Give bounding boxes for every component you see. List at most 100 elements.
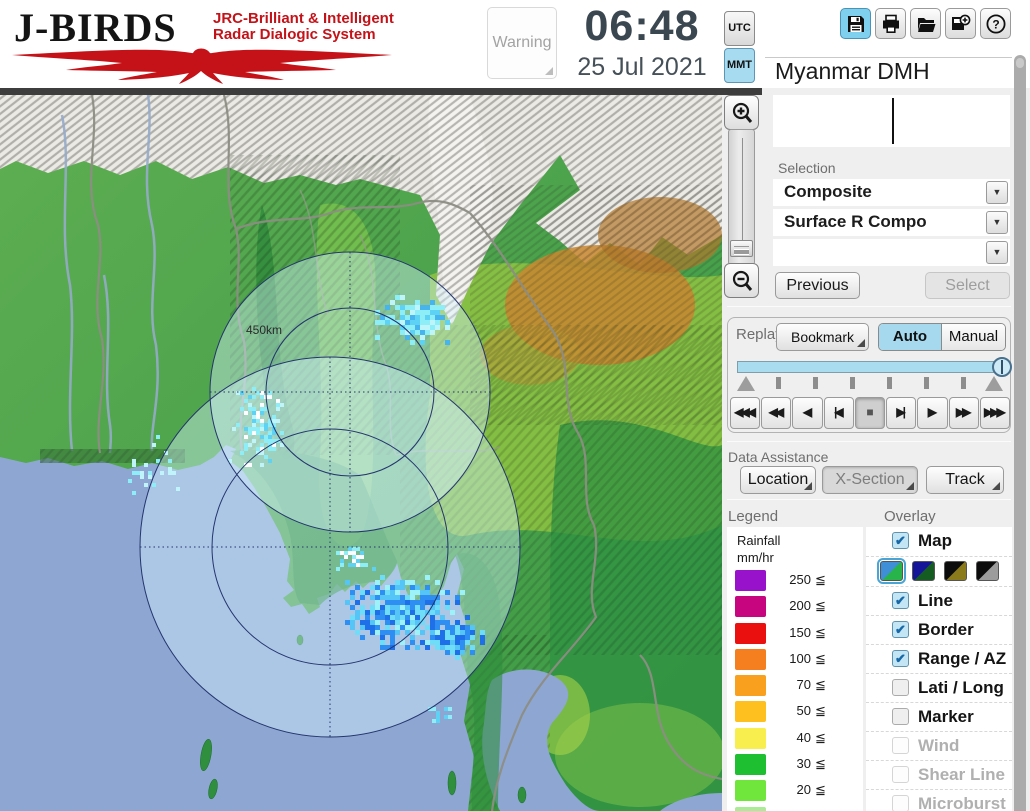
replay-timeline-slider[interactable]	[737, 357, 1012, 377]
timezone-utc-button[interactable]: UTC	[724, 11, 755, 46]
legend-value: 100	[789, 650, 811, 666]
overlay-label-text: Lati / Long	[918, 678, 1004, 697]
timeline-slider-handle[interactable]	[992, 357, 1012, 377]
zoom-out-button[interactable]	[724, 263, 759, 298]
zoom-slider-track[interactable]	[728, 129, 755, 265]
dropdown-product[interactable]: Surface R Compo ▼	[773, 209, 1010, 236]
map-style-swatch[interactable]	[944, 561, 967, 581]
previous-button[interactable]: Previous	[775, 272, 860, 299]
zoom-in-icon	[732, 102, 752, 123]
manual-mode-button[interactable]: Manual	[942, 324, 1005, 350]
dropdown-composite[interactable]: Composite ▼	[773, 179, 1010, 206]
legend-panel: Rainfall mm/hr 250 ≦ 200 ≦ 150 ≦ 100 ≦ 70 ≦ 50 ≦ 40 ≦…	[727, 527, 863, 811]
xsection-button[interactable]: X-Section	[822, 466, 918, 494]
jump-first-button[interactable]: ◀◀◀	[730, 397, 761, 429]
overlay-panel: ✔ Map ✔ Line ✔ Border ✔ Range / AZ Lati / Long Ma…	[866, 527, 1012, 811]
radar-map-viewport[interactable]: 450km	[0, 95, 722, 811]
legend-le-symbol: ≦	[815, 650, 826, 666]
overlay-label-text: Marker	[918, 707, 974, 726]
checkbox-icon[interactable]	[892, 679, 909, 696]
legend-le-symbol: ≦	[815, 572, 826, 587]
legend-color-swatch	[735, 727, 766, 749]
app-logo-subtitle: JRC-Brilliant & Intelligent Radar Dialog…	[213, 11, 394, 43]
overlay-label-text: Range / AZ	[918, 649, 1007, 668]
warning-label: Warning	[492, 34, 552, 51]
track-button[interactable]: Track	[926, 466, 1004, 494]
map-style-swatch[interactable]	[976, 561, 999, 581]
save-button[interactable]	[840, 8, 871, 39]
timezone-mmt-button[interactable]: MMT	[724, 48, 755, 83]
selection-section-label: Selection	[778, 160, 836, 176]
legend-color-swatch	[735, 754, 766, 776]
legend-row: 30 ≦	[727, 752, 863, 778]
range-ring-label: 450km	[246, 323, 282, 337]
chevron-down-icon[interactable]: ▼	[986, 241, 1008, 264]
play-backward-button[interactable]: ◀	[792, 397, 823, 429]
legend-le-symbol: ≦	[815, 703, 826, 719]
add-image-icon	[952, 14, 971, 30]
legend-value: 20	[796, 782, 811, 798]
legend-scale: 250≦200≦150≦100≦70≦50≦40≦30≦20≦15≦10≦8≦6…	[727, 568, 863, 811]
timeline-end-marker[interactable]	[985, 376, 1003, 391]
zoom-slider-thumb[interactable]	[730, 240, 753, 257]
stop-button[interactable]: ■	[854, 397, 886, 429]
map-style-row	[866, 556, 1012, 586]
legend-row: 50 ≦	[727, 699, 863, 725]
print-button[interactable]	[875, 8, 906, 39]
station-name-box[interactable]	[773, 95, 1010, 147]
legend-color-swatch	[735, 701, 766, 723]
legend-value: 30	[796, 756, 811, 772]
chevron-down-icon[interactable]: ▼	[986, 181, 1008, 204]
map-style-swatch[interactable]	[912, 561, 935, 581]
legend-header: Legend	[728, 508, 779, 525]
checkbox-icon[interactable]	[892, 708, 909, 725]
map-zoom-control	[723, 95, 760, 300]
map-style-swatch-selected[interactable]	[877, 558, 906, 584]
overlay-row-border: ✔ Border	[866, 615, 1012, 644]
help-button[interactable]: ?	[980, 8, 1011, 39]
bookmark-button[interactable]: Bookmark	[776, 323, 869, 351]
open-file-button[interactable]	[910, 8, 941, 39]
play-forward-button[interactable]: ▶	[917, 397, 948, 429]
legend-row: 70 ≦	[727, 673, 863, 699]
overlay-row-range-az: ✔ Range / AZ	[866, 644, 1012, 673]
auto-mode-button[interactable]: Auto	[879, 324, 942, 350]
legend-row: 15≦	[727, 805, 863, 811]
select-button: Select	[925, 272, 1010, 299]
legend-le-symbol: ≦	[815, 624, 826, 640]
warning-button[interactable]: Warning	[487, 7, 557, 79]
timeline-start-marker[interactable]	[737, 376, 755, 391]
svg-text:?: ?	[992, 17, 999, 31]
legend-le-symbol: ≦	[815, 782, 826, 798]
jump-last-button[interactable]: ▶▶▶	[979, 397, 1010, 429]
add-image-button[interactable]	[945, 8, 976, 39]
overlay-label-text: Wind	[918, 736, 960, 755]
panel-scrollbar[interactable]	[1014, 55, 1026, 811]
dropdown-composite-value: Composite	[784, 182, 872, 201]
overlay-row-line: ✔ Line	[866, 586, 1012, 615]
legend-color-swatch	[735, 648, 766, 670]
fast-forward-button[interactable]: ▶▶	[948, 397, 979, 429]
fast-rewind-button[interactable]: ◀◀	[761, 397, 792, 429]
overlay-label-text: Line	[918, 591, 953, 610]
legend-value: 70	[796, 677, 811, 693]
checkbox-icon	[892, 795, 909, 811]
checkbox-checked-icon[interactable]: ✔	[892, 592, 909, 609]
legend-color-swatch	[735, 780, 766, 802]
checkbox-checked-icon[interactable]: ✔	[892, 621, 909, 638]
step-forward-button[interactable]: ▶|	[886, 397, 917, 429]
checkbox-checked-icon[interactable]: ✔	[892, 532, 909, 549]
dropdown-empty[interactable]: ▼	[773, 239, 1010, 266]
legend-row: 200 ≦	[727, 594, 863, 620]
location-button[interactable]: Location	[740, 466, 816, 494]
site-title: Myanmar DMH	[775, 58, 930, 84]
overlay-row-marker: Marker	[866, 702, 1012, 731]
app-window: J-BIRDS JRC-Brilliant & Intelligent Rada…	[0, 0, 1030, 811]
timeline-tick	[813, 377, 818, 389]
chevron-down-icon[interactable]: ▼	[986, 211, 1008, 234]
legend-row: 100 ≦	[727, 647, 863, 673]
zoom-in-button[interactable]	[724, 95, 759, 130]
step-backward-button[interactable]: |◀	[823, 397, 854, 429]
timeline-ticks	[737, 375, 1003, 392]
checkbox-checked-icon[interactable]: ✔	[892, 650, 909, 667]
